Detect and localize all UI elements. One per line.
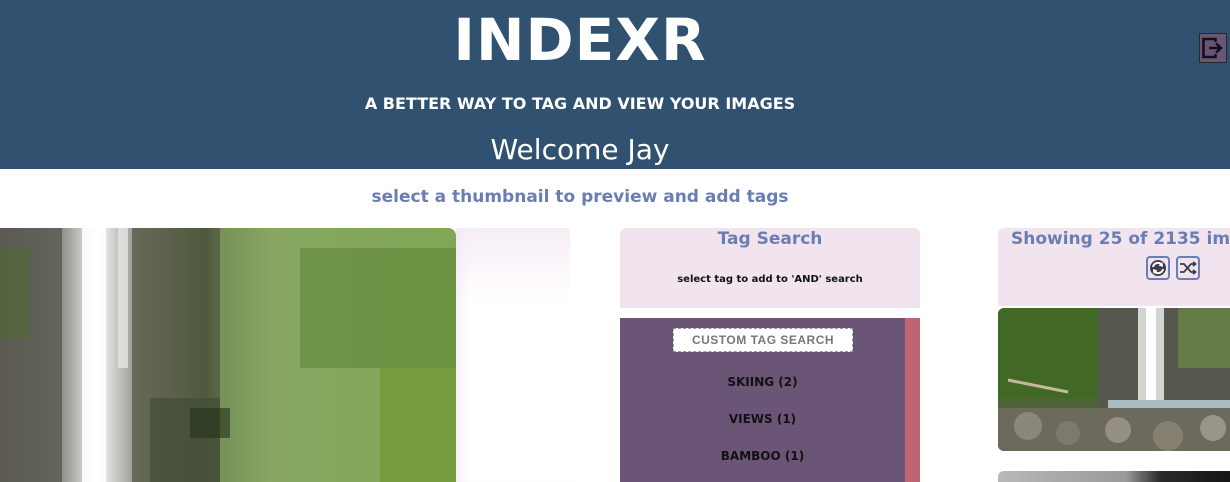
refresh-icon <box>1150 260 1166 276</box>
thumbnail-next[interactable] <box>998 471 1230 482</box>
logout-button[interactable] <box>1199 33 1227 63</box>
instruction-text: select a thumbnail to preview and add ta… <box>371 187 789 207</box>
gallery-count-title: Showing 25 of 2135 images <box>1011 229 1230 249</box>
refresh-button[interactable] <box>1146 256 1170 280</box>
preview-panel-edge <box>456 228 570 482</box>
header: INDEXR A BETTER WAY TO TAG AND VIEW YOUR… <box>0 0 1230 169</box>
tag-item-bamboo[interactable]: BAMBOO (1) <box>620 449 905 463</box>
tagline: A BETTER WAY TO TAG AND VIEW YOUR IMAGES <box>364 94 796 113</box>
tag-search-subtitle: select tag to add to 'AND' search <box>677 274 863 285</box>
gallery-header: Showing 25 of 2135 images <box>998 228 1230 306</box>
tag-item-views[interactable]: VIEWS (1) <box>620 412 905 426</box>
tag-list-scrollbar[interactable] <box>905 318 920 482</box>
tag-search-header: Tag Search select tag to add to 'AND' se… <box>620 228 920 308</box>
thumbnail-waterfall[interactable] <box>998 308 1230 451</box>
welcome-message: Welcome Jay <box>490 133 670 166</box>
thumbnail-image <box>998 308 1230 451</box>
tag-search-title: Tag Search <box>717 229 823 249</box>
logout-icon <box>1202 37 1223 59</box>
shuffle-button[interactable] <box>1176 256 1200 280</box>
tag-list-panel: CUSTOM TAG SEARCH SKIING (2) VIEWS (1) B… <box>620 318 920 482</box>
brand-title: INDEXR <box>453 6 707 74</box>
tag-item-skiing[interactable]: SKIING (2) <box>620 375 905 389</box>
custom-tag-search-button[interactable]: CUSTOM TAG SEARCH <box>673 328 853 352</box>
waterfall-image <box>0 228 456 482</box>
shuffle-icon <box>1180 261 1197 275</box>
image-preview[interactable] <box>0 228 456 482</box>
